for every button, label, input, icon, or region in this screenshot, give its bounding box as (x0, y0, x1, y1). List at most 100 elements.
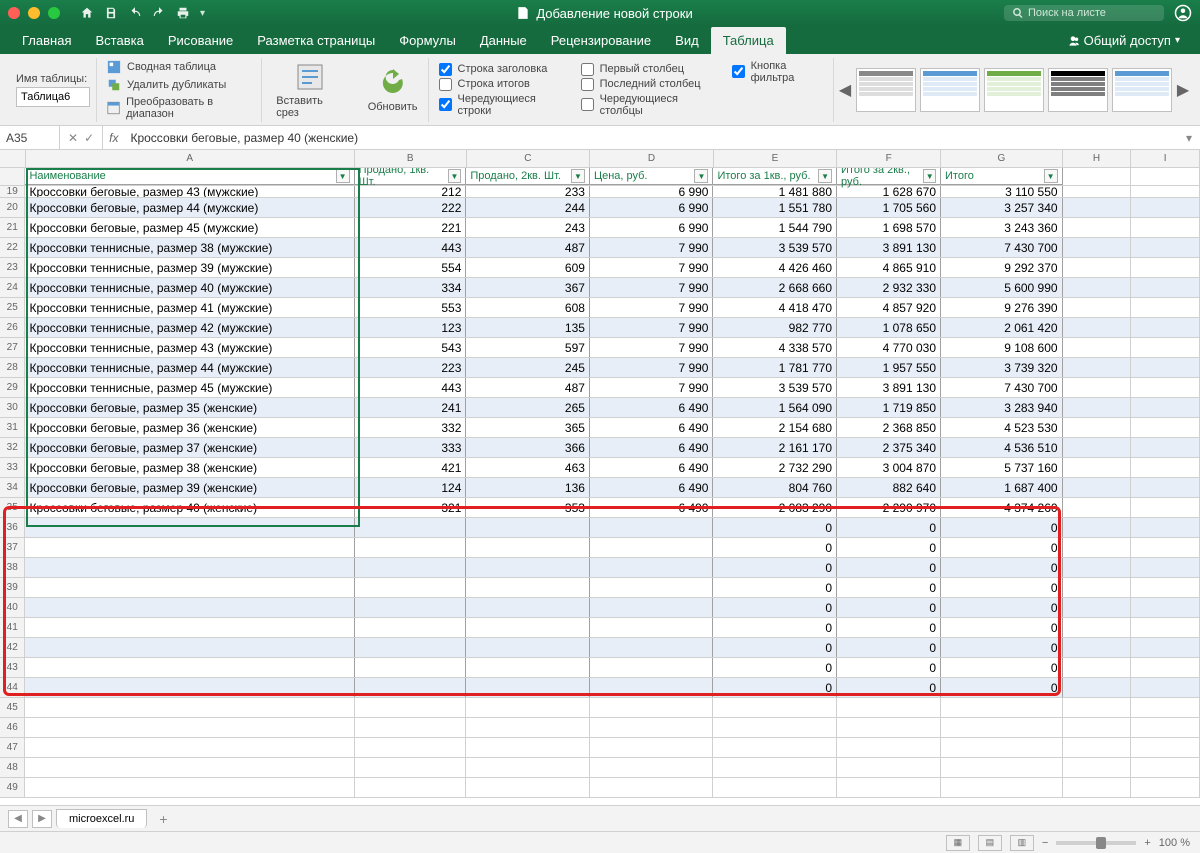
cell[interactable]: 982 770 (713, 318, 837, 337)
cell[interactable]: 123 (355, 318, 467, 337)
cell[interactable]: 1 564 090 (713, 398, 837, 417)
cell[interactable]: Кроссовки теннисные, размер 42 (мужские) (25, 318, 354, 337)
row-header[interactable]: 22 (0, 238, 25, 257)
cell[interactable] (25, 598, 354, 617)
confirm-formula-icon[interactable]: ✓ (84, 131, 94, 145)
cell[interactable]: 0 (941, 578, 1063, 597)
insert-slicer-button[interactable]: Вставить срез (272, 61, 347, 119)
cell[interactable] (1063, 338, 1132, 357)
cell[interactable]: Кроссовки беговые, размер 35 (женские) (25, 398, 354, 417)
table-column-header[interactable]: Продано, 2кв. Шт.▼ (466, 168, 590, 185)
cell[interactable] (25, 698, 354, 717)
cell[interactable] (1131, 338, 1200, 357)
cell[interactable] (1131, 598, 1200, 617)
cell[interactable]: 3 891 130 (837, 378, 941, 397)
cell[interactable] (1131, 538, 1200, 557)
cell[interactable]: 7 430 700 (941, 378, 1063, 397)
page-layout-view-button[interactable]: ▤ (978, 835, 1002, 851)
maximize-window-button[interactable] (48, 7, 60, 19)
cell[interactable]: 1 481 880 (713, 186, 837, 197)
cell[interactable]: 804 760 (713, 478, 837, 497)
cell[interactable]: Кроссовки теннисные, размер 39 (мужские) (25, 258, 354, 277)
ribbon-tab[interactable]: Разметка страницы (245, 27, 387, 54)
cell[interactable] (466, 678, 590, 697)
cell[interactable]: Кроссовки беговые, размер 36 (женские) (25, 418, 354, 437)
cell[interactable] (837, 738, 941, 757)
cell[interactable] (1063, 598, 1132, 617)
cell[interactable]: 882 640 (837, 478, 941, 497)
cell[interactable] (713, 778, 837, 797)
cell[interactable]: 4 857 920 (837, 298, 941, 317)
cell[interactable]: Кроссовки теннисные, размер 44 (мужские) (25, 358, 354, 377)
banded-cols-check[interactable]: Чередующиеся столбцы (581, 93, 716, 117)
cell[interactable]: 2 732 290 (713, 458, 837, 477)
cell[interactable] (25, 538, 354, 557)
cell[interactable]: 222 (355, 198, 467, 217)
cell[interactable] (1063, 258, 1132, 277)
cell[interactable] (1131, 758, 1200, 777)
row-header[interactable]: 28 (0, 358, 25, 377)
cell[interactable] (1131, 578, 1200, 597)
cell[interactable] (837, 718, 941, 737)
cell[interactable]: 3 891 130 (837, 238, 941, 257)
cell[interactable] (466, 558, 590, 577)
row-header[interactable]: 31 (0, 418, 25, 437)
cell[interactable]: 221 (355, 218, 467, 237)
cell[interactable]: 6 490 (590, 498, 714, 517)
user-account-icon[interactable] (1174, 4, 1192, 22)
cell[interactable]: Кроссовки беговые, размер 37 (женские) (25, 438, 354, 457)
cell[interactable]: 4 770 030 (837, 338, 941, 357)
cell[interactable] (590, 698, 714, 717)
row-header[interactable]: 43 (0, 658, 25, 677)
cell[interactable] (713, 718, 837, 737)
cell[interactable]: 0 (837, 598, 941, 617)
cell[interactable]: 334 (355, 278, 467, 297)
cell[interactable] (25, 718, 354, 737)
cell[interactable] (355, 778, 467, 797)
cell[interactable]: 4 523 530 (941, 418, 1063, 437)
gallery-next-button[interactable]: ▶ (1176, 68, 1190, 112)
cell[interactable]: 3 243 360 (941, 218, 1063, 237)
row-header[interactable]: 21 (0, 218, 25, 237)
cell[interactable]: 4 536 510 (941, 438, 1063, 457)
cell[interactable] (1131, 298, 1200, 317)
table-name-input[interactable] (16, 87, 90, 107)
row-header[interactable]: 49 (0, 778, 25, 797)
cell[interactable]: Кроссовки теннисные, размер 45 (мужские) (25, 378, 354, 397)
cell[interactable]: 241 (355, 398, 467, 417)
cell[interactable] (590, 598, 714, 617)
cell[interactable]: 4 374 260 (941, 498, 1063, 517)
cell[interactable]: 2 668 660 (713, 278, 837, 297)
cell[interactable]: 487 (466, 378, 590, 397)
undo-icon[interactable] (128, 6, 142, 20)
pivot-table-button[interactable]: Сводная таблица (107, 59, 255, 75)
cell[interactable] (25, 678, 354, 697)
cell[interactable] (1063, 278, 1132, 297)
cell[interactable]: 7 990 (590, 358, 714, 377)
column-header[interactable]: F (837, 150, 941, 167)
column-header[interactable]: H (1063, 150, 1132, 167)
cell[interactable] (1131, 418, 1200, 437)
sheet-nav-prev[interactable]: ▶ (32, 810, 52, 828)
name-box[interactable]: A35 (0, 126, 60, 149)
cell[interactable] (1063, 458, 1132, 477)
sheet-nav-first[interactable]: ◀ (8, 810, 28, 828)
cell[interactable] (25, 618, 354, 637)
cell[interactable]: 0 (941, 638, 1063, 657)
add-sheet-button[interactable]: + (151, 811, 175, 827)
ribbon-tab[interactable]: Таблица (711, 27, 786, 54)
cell[interactable]: 0 (713, 598, 837, 617)
style-thumb-3[interactable] (984, 68, 1044, 112)
cell[interactable] (25, 758, 354, 777)
cell[interactable]: 9 108 600 (941, 338, 1063, 357)
column-header[interactable]: C (467, 150, 591, 167)
cell[interactable] (1063, 538, 1132, 557)
cell[interactable] (1063, 678, 1132, 697)
cell[interactable]: 2 290 970 (837, 498, 941, 517)
cell[interactable]: 366 (466, 438, 590, 457)
cell[interactable]: 6 490 (590, 418, 714, 437)
cell[interactable]: 421 (355, 458, 467, 477)
cell[interactable]: 0 (713, 538, 837, 557)
cell[interactable] (837, 758, 941, 777)
filter-dropdown-icon[interactable]: ▼ (694, 169, 708, 183)
